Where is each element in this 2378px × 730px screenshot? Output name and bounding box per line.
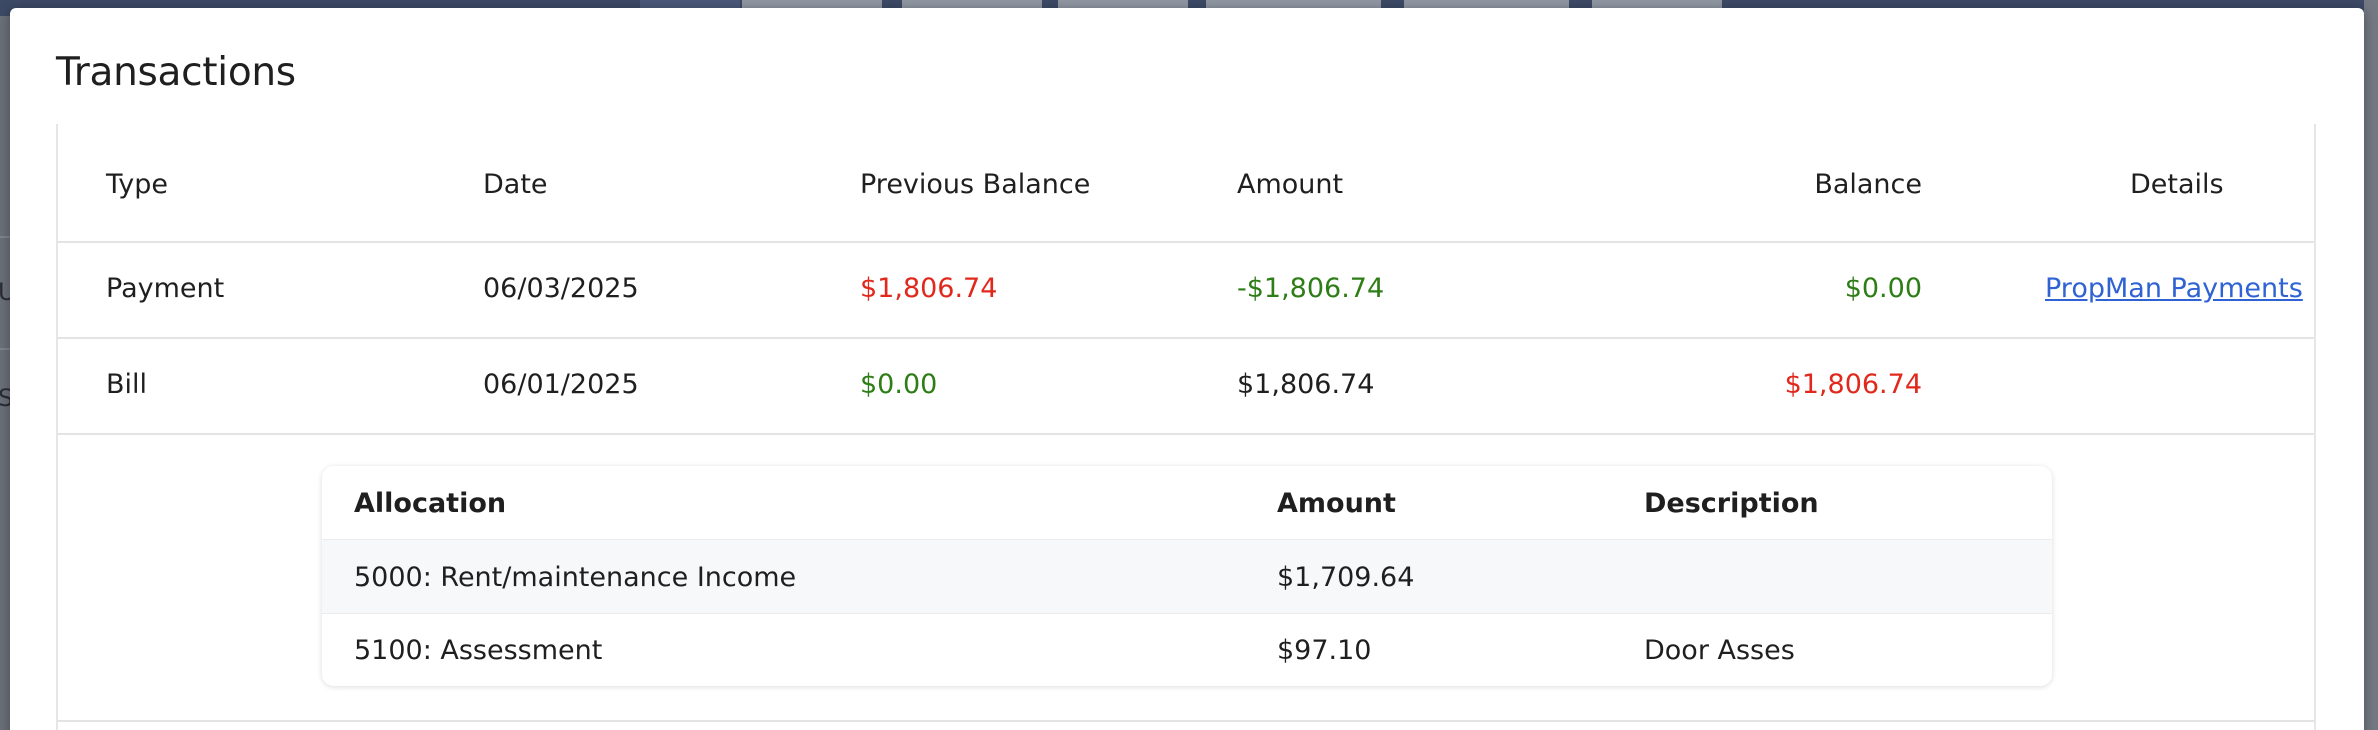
balance: $1,806.74 — [1784, 369, 1922, 400]
transaction-type: Payment — [106, 273, 225, 304]
column-header-details: Details — [2130, 169, 2224, 200]
transaction-date: 06/03/2025 — [483, 273, 639, 304]
transaction-amount: $1,806.74 — [1237, 369, 1375, 400]
transaction-date: 06/01/2025 — [483, 369, 639, 400]
previous-balance: $1,806.74 — [860, 273, 998, 304]
balance: $0.00 — [1844, 273, 1922, 304]
column-header-type: Type — [106, 169, 169, 200]
allocation-account: 5000: Rent/maintenance Income — [354, 562, 797, 593]
background-panel — [2364, 0, 2378, 730]
previous-balance: $0.00 — [860, 369, 938, 400]
allocation-account: 5100: Assessment — [354, 635, 603, 666]
column-header-balance: Balance — [1814, 169, 1922, 200]
allocation-description: Door Asses — [1644, 635, 1795, 666]
transaction-amount: -$1,806.74 — [1237, 273, 1385, 304]
table-header-row: Type Date Previous Balance Amount Balanc… — [58, 124, 2314, 243]
allocation-amount-header: Amount — [1277, 488, 1396, 519]
column-header-amount: Amount — [1237, 169, 1344, 200]
column-header-date: Date — [483, 169, 548, 200]
allocation-header-row: Allocation Amount Description — [322, 466, 2052, 540]
table-row: Payment 06/03/2025 $1,806.74 -$1,806.74 … — [58, 243, 2314, 339]
allocation-column-header: Allocation — [354, 488, 507, 519]
background-divider — [0, 236, 10, 238]
table-row: Bill 06/01/2025 $0.00 $1,806.74 $1,806.7… — [58, 339, 2314, 435]
allocation-amount: $97.10 — [1277, 635, 1372, 666]
column-header-previous-balance: Previous Balance — [860, 169, 1091, 200]
details-link[interactable]: PropMan Payments — [2045, 273, 2303, 304]
allocation-description-header: Description — [1644, 488, 1819, 519]
transactions-table: Type Date Previous Balance Amount Balanc… — [56, 124, 2316, 730]
allocation-amount: $1,709.64 — [1277, 562, 1415, 593]
background-divider — [0, 348, 10, 350]
modal-title: Transactions — [56, 50, 296, 95]
allocation-table: Allocation Amount Description 5000: Rent… — [322, 466, 2052, 686]
transaction-type: Bill — [106, 369, 148, 400]
allocation-row: 5100: Assessment $97.10 Door Asses — [322, 614, 2052, 686]
transactions-modal: Transactions Type Date Previous Balance … — [10, 8, 2364, 730]
allocation-detail-row: Allocation Amount Description 5000: Rent… — [58, 435, 2314, 722]
allocation-row: 5000: Rent/maintenance Income $1,709.64 — [322, 540, 2052, 614]
